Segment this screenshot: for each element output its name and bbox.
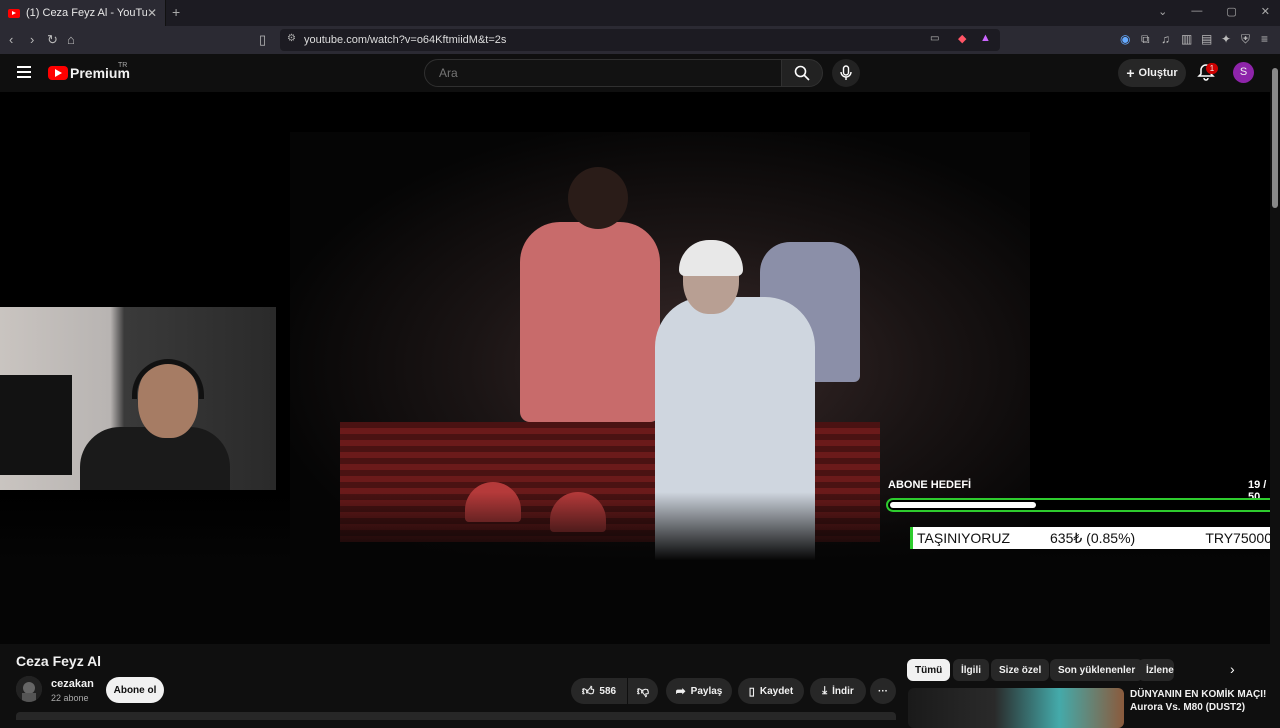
- chip-for-you[interactable]: Size özel: [991, 659, 1050, 681]
- vpn-icon[interactable]: ⛨: [1241, 32, 1250, 47]
- channel-name[interactable]: cezakan: [51, 678, 94, 690]
- dislike-button[interactable]: 👎︎: [628, 678, 658, 704]
- performer-left: [520, 222, 660, 422]
- back-icon[interactable]: ‹: [9, 32, 13, 47]
- thumbs-up-icon: 👍︎: [581, 683, 595, 698]
- tab-close-icon[interactable]: ✕: [147, 6, 157, 20]
- search-input[interactable]: [424, 59, 782, 87]
- browser-tab[interactable]: (1) Ceza Feyz Al - YouTube ✕: [0, 0, 166, 26]
- thumbs-down-icon: 👎︎: [636, 683, 650, 698]
- crowd-silhouette: [0, 492, 1270, 644]
- search-button[interactable]: [781, 59, 823, 87]
- window-controls: ⌄ — ▢ ✕: [1158, 5, 1270, 18]
- forward-icon[interactable]: ›: [30, 32, 34, 47]
- leo-ai-icon[interactable]: ✦: [1221, 32, 1231, 46]
- bookmark-icon[interactable]: ▯: [259, 32, 266, 48]
- close-window-icon[interactable]: ✕: [1261, 5, 1270, 18]
- new-tab-button[interactable]: +: [172, 4, 180, 20]
- youtube-favicon-icon: [8, 8, 20, 18]
- bookmark-save-icon: ▯: [748, 685, 755, 698]
- share-button[interactable]: ➦ Paylaş: [666, 678, 732, 704]
- chip-related[interactable]: İlgili: [953, 659, 989, 681]
- channel-avatar-image: [16, 676, 42, 702]
- performer-left-head: [568, 167, 628, 229]
- scrollbar-thumb[interactable]: [1272, 68, 1278, 208]
- youtube-play-icon: [48, 66, 68, 80]
- minimize-icon[interactable]: —: [1191, 5, 1202, 18]
- notification-badge: 1: [1206, 63, 1218, 74]
- save-button[interactable]: ▯ Kaydet: [738, 678, 804, 704]
- headphones: [132, 359, 204, 399]
- address-bar[interactable]: ⚙ youtube.com/watch?v=o64KftmiidM&t=2s ▭…: [280, 29, 1000, 51]
- subscriber-goal-label: ABONE HEDEFİ: [888, 479, 972, 491]
- search-icon: [794, 65, 810, 81]
- subscribe-button[interactable]: Abone ol: [106, 677, 164, 703]
- share-label: Paylaş: [690, 685, 723, 697]
- account-avatar[interactable]: S: [1233, 62, 1254, 83]
- chip-all[interactable]: Tümü: [907, 659, 951, 681]
- home-icon[interactable]: ⌂: [67, 32, 75, 47]
- like-count: 586: [599, 685, 617, 697]
- background-tv: [0, 375, 72, 475]
- more-actions-button[interactable]: ···: [870, 678, 896, 704]
- more-icon: ···: [878, 685, 888, 697]
- logo-region: TR: [118, 62, 128, 69]
- browser-toolbar: ‹ › ↻ ⌂ ▯ ⚙ youtube.com/watch?v=o64Kftmi…: [0, 26, 1280, 54]
- ticker-name: TAŞINIYORUZ: [917, 530, 1011, 546]
- description-box-edge: [16, 712, 896, 720]
- reload-icon[interactable]: ↻: [47, 32, 58, 48]
- browser-tab-strip: (1) Ceza Feyz Al - YouTube ✕ + ⌄ — ▢ ✕: [0, 0, 1280, 26]
- subscriber-goal-bar: [886, 498, 1278, 512]
- streamer-webcam: [0, 307, 276, 490]
- youtube-premium-logo[interactable]: Premium TR: [48, 62, 130, 81]
- chip-watched[interactable]: İzlene: [1138, 659, 1174, 681]
- plus-icon: +: [1126, 65, 1135, 81]
- chevron-right-icon[interactable]: ›: [1230, 661, 1235, 677]
- save-label: Kaydet: [759, 685, 794, 697]
- donation-ticker: TAŞINIYORUZ 635₺ (0.85%) TRY75000: [910, 527, 1276, 549]
- like-button[interactable]: 👍︎ 586: [571, 678, 627, 704]
- streamer-body: [80, 427, 230, 490]
- ticker-change: 635₺ (0.85%): [1050, 529, 1136, 546]
- channel-avatar[interactable]: [16, 676, 42, 702]
- maximize-icon[interactable]: ▢: [1226, 5, 1236, 18]
- recommended-video-thumbnail[interactable]: [908, 688, 1124, 728]
- tab-title: (1) Ceza Feyz Al - YouTube: [26, 7, 147, 19]
- rewards-icon[interactable]: ▲: [980, 32, 991, 44]
- audio-icon[interactable]: ◉: [1120, 32, 1130, 46]
- microphone-icon: [840, 65, 852, 80]
- guide-menu-icon[interactable]: [17, 66, 31, 81]
- page-scrollbar[interactable]: [1270, 54, 1280, 720]
- youtube-header: Premium TR + Oluştur: [0, 54, 1270, 92]
- tab-list-icon[interactable]: ⌄: [1158, 5, 1167, 18]
- download-label: İndir: [832, 685, 854, 697]
- music-icon[interactable]: ♫: [1161, 32, 1170, 46]
- sidebar-icon[interactable]: ▥: [1181, 32, 1192, 46]
- cast-icon[interactable]: ▭: [930, 33, 939, 44]
- voice-search-button[interactable]: [832, 59, 860, 87]
- extensions-icon[interactable]: ⧉: [1141, 32, 1150, 47]
- create-label: Oluştur: [1138, 67, 1178, 79]
- menu-icon[interactable]: ≡: [1261, 32, 1268, 46]
- brave-shield-icon[interactable]: ◆: [958, 32, 966, 45]
- download-icon: ⤓: [822, 684, 828, 697]
- url-text: youtube.com/watch?v=o64KftmiidM&t=2s: [304, 34, 507, 46]
- site-info-icon[interactable]: ⚙: [287, 33, 296, 44]
- share-icon: ➦: [675, 684, 686, 698]
- chip-recent[interactable]: Son yüklenenler: [1050, 659, 1144, 681]
- create-button[interactable]: + Oluştur: [1118, 59, 1186, 87]
- video-title: Ceza Feyz Al: [16, 653, 102, 669]
- subscriber-goal-fill: [890, 502, 1036, 508]
- recommended-video-title[interactable]: DÜNYANIN EN KOMİK MAÇI! Aurora Vs. M80 (…: [1130, 688, 1270, 714]
- download-button[interactable]: ⤓ İndir: [810, 678, 866, 704]
- ticker-target: TRY75000: [1205, 530, 1272, 546]
- channel-subscriber-count: 22 abone: [51, 693, 89, 703]
- wallet-icon[interactable]: ▤: [1201, 32, 1212, 46]
